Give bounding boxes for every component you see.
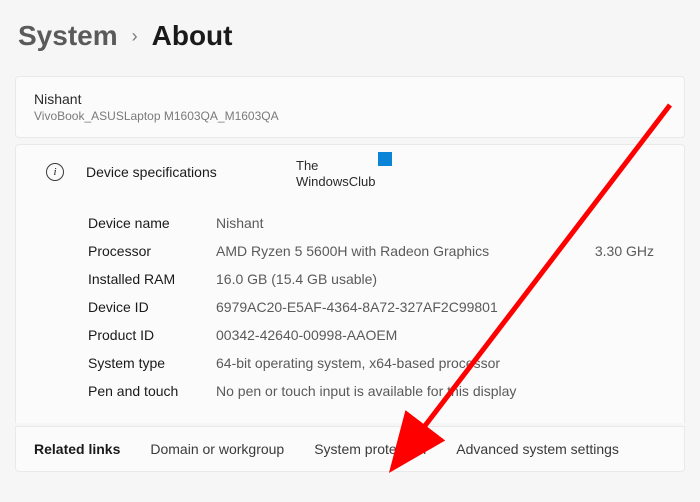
spec-label: Pen and touch bbox=[88, 383, 216, 399]
spec-value: AMD Ryzen 5 5600H with Radeon Graphics bbox=[216, 243, 595, 259]
spec-label: Device ID bbox=[88, 299, 216, 315]
related-links-bar: Related links Domain or workgroup System… bbox=[15, 426, 685, 472]
spec-processor: Processor AMD Ryzen 5 5600H with Radeon … bbox=[88, 237, 654, 265]
device-specs-title: Device specifications bbox=[86, 164, 217, 180]
info-icon: i bbox=[46, 163, 64, 181]
device-model-name: VivoBook_ASUSLaptop M1603QA_M1603QA bbox=[34, 109, 666, 123]
spec-label: System type bbox=[88, 355, 216, 371]
spec-value: 00342-42640-00998-AAOEM bbox=[216, 327, 654, 343]
spec-label: Processor bbox=[88, 243, 216, 259]
device-summary-card: Nishant VivoBook_ASUSLaptop M1603QA_M160… bbox=[15, 76, 685, 138]
spec-label: Device name bbox=[88, 215, 216, 231]
spec-extra: 3.30 GHz bbox=[595, 243, 654, 259]
spec-device-id: Device ID 6979AC20-E5AF-4364-8A72-327AF2… bbox=[88, 293, 654, 321]
breadcrumb: System › About bbox=[0, 0, 700, 76]
spec-label: Installed RAM bbox=[88, 271, 216, 287]
spec-value: No pen or touch input is available for t… bbox=[216, 383, 654, 399]
breadcrumb-parent[interactable]: System bbox=[18, 20, 118, 52]
link-advanced-settings[interactable]: Advanced system settings bbox=[456, 441, 619, 457]
spec-product-id: Product ID 00342-42640-00998-AAOEM bbox=[88, 321, 654, 349]
device-specs-body: Device name Nishant Processor AMD Ryzen … bbox=[15, 197, 685, 423]
link-domain-workgroup[interactable]: Domain or workgroup bbox=[150, 441, 284, 457]
related-links-title: Related links bbox=[34, 441, 120, 457]
watermark-logo-icon bbox=[378, 152, 392, 166]
spec-system-type: System type 64-bit operating system, x64… bbox=[88, 349, 654, 377]
watermark-text: The WindowsClub bbox=[296, 158, 375, 191]
breadcrumb-current: About bbox=[152, 20, 233, 52]
spec-value: 16.0 GB (15.4 GB usable) bbox=[216, 271, 654, 287]
spec-label: Product ID bbox=[88, 327, 216, 343]
spec-ram: Installed RAM 16.0 GB (15.4 GB usable) bbox=[88, 265, 654, 293]
chevron-right-icon: › bbox=[132, 26, 138, 47]
spec-value: Nishant bbox=[216, 215, 654, 231]
spec-pen-touch: Pen and touch No pen or touch input is a… bbox=[88, 377, 654, 405]
device-user-name: Nishant bbox=[34, 91, 666, 107]
spec-device-name: Device name Nishant bbox=[88, 209, 654, 237]
link-system-protection[interactable]: System protection bbox=[314, 441, 426, 457]
spec-value: 64-bit operating system, x64-based proce… bbox=[216, 355, 654, 371]
spec-value: 6979AC20-E5AF-4364-8A72-327AF2C99801 bbox=[216, 299, 654, 315]
